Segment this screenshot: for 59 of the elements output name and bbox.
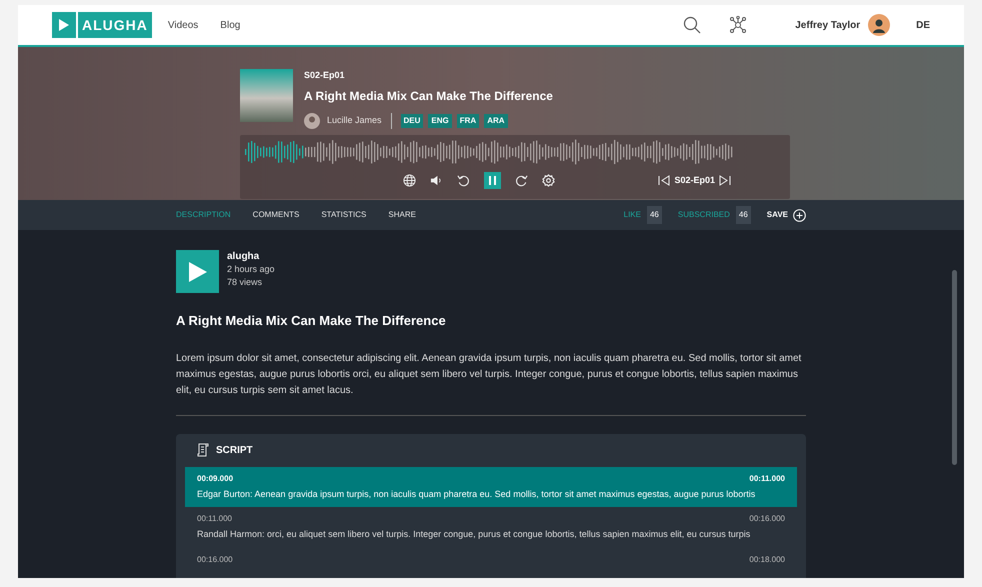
episode-label: S02-Ep01 [674, 174, 715, 187]
thumbnail-placeholder [240, 69, 293, 122]
add-icon[interactable] [793, 208, 806, 222]
start-time: 00:11.000 [197, 513, 232, 525]
tab[interactable]: DESCRIPTION [176, 209, 231, 221]
end-time: 00:18.000 [749, 554, 785, 566]
avatar-icon[interactable] [868, 14, 890, 36]
tab[interactable]: SHARE [388, 209, 416, 221]
settings-icon[interactable] [542, 174, 555, 187]
globe-icon[interactable] [403, 174, 416, 187]
like-count: 46 [646, 206, 662, 224]
language-code[interactable]: DE [916, 18, 930, 32]
language-tag[interactable]: DEU [400, 114, 424, 128]
pause-icon [489, 176, 496, 185]
avatar-icon [304, 112, 320, 128]
pause-button[interactable] [484, 172, 501, 189]
channel-name[interactable]: alugha [227, 250, 275, 263]
script-row[interactable]: 00:11.000 00:16.000 Randall Harmon: orci, eu aliquet sem libero vel turpis. Integer congue, purus et congue lobortis, tellus sapien maximus elit, eu cursus turpis [185, 507, 797, 548]
waveform[interactable] [245, 138, 735, 164]
like-button[interactable]: LIKE [624, 209, 641, 221]
previous-icon[interactable] [658, 175, 670, 186]
script-line: Randall Harmon: orci, eu aliquet sem libero vel turpis. Integer congue, purus et congue lobortis, tellus sapien maximus elit, eu cursus turpis [197, 528, 752, 541]
start-time: 00:16.000 [197, 554, 233, 566]
play-icon [188, 262, 206, 282]
video-title: A Right Media Mix Can Make The Difference [176, 312, 447, 330]
start-time: 00:09.000 [197, 472, 234, 484]
script-row[interactable]: 00:16.000 00:18.000 [185, 548, 797, 572]
subscriber-count: 46 [736, 206, 751, 224]
view-count: 78 views [227, 276, 264, 289]
scroll-icon [197, 443, 209, 457]
end-time: 00:16.000 [749, 513, 785, 525]
next-icon[interactable] [719, 175, 731, 186]
language-tag[interactable]: FRA [456, 114, 480, 128]
scrollbar-thumb[interactable] [952, 270, 957, 465]
user-name[interactable]: Jeffrey Taylor [795, 18, 860, 32]
search-icon[interactable] [683, 16, 702, 34]
channel-logo[interactable] [176, 250, 219, 293]
script-row[interactable]: 00:09.000 00:11.000 Edgar Burton: Aenean gravida ipsum turpis, non iaculis quam pharetra eu. Sed mollis, tortor sit amet maximus egestas, augue purus lobortis [185, 466, 797, 507]
upload-time: 2 hours ago [227, 263, 275, 276]
network-icon[interactable] [729, 16, 748, 34]
script-line: Edgar Burton: Aenean gravida ipsum turpis, non iaculis quam pharetra eu. Sed mollis, tortor sit amet maximus egestas, augue purus lobortis [197, 488, 756, 501]
language-tag[interactable]: ENG [428, 114, 452, 128]
author-name[interactable]: Lucille James [327, 114, 382, 128]
episode-title: A Right Media Mix Can Make The Difference [304, 88, 553, 104]
tab[interactable]: STATISTICS [321, 209, 366, 221]
volume-icon[interactable] [430, 174, 443, 187]
tab[interactable]: COMMENTS [252, 209, 300, 221]
description-text: Lorem ipsum dolor sit amet, consectetur adipiscing elit. Aenean gravida ipsum turpis, non iaculis quam pharetra eu. Sed mollis, tortor sit amet maximus egestas, augue purus lobortis orci, eu aliquet sem libero vel turpis. Integer congue, purus et congue lobortis, tellus sapien maximus elit, eu cursus turpis sem sit amet lacus. [176, 352, 802, 398]
rewind-icon[interactable] [457, 174, 470, 187]
end-time: 00:11.000 [749, 472, 785, 484]
nav-link[interactable]: Blog [220, 18, 240, 32]
forward-icon[interactable] [515, 174, 528, 187]
save-button[interactable]: SAVE [766, 209, 788, 221]
script-title: SCRIPT [216, 444, 253, 458]
nav-link[interactable]: Videos [168, 18, 198, 32]
language-tag[interactable]: ARA [484, 114, 508, 128]
episode-label: S02-Ep01 [304, 69, 346, 82]
play-icon[interactable] [52, 12, 76, 38]
subscribe-button[interactable]: SUBSCRIBED [678, 209, 730, 221]
